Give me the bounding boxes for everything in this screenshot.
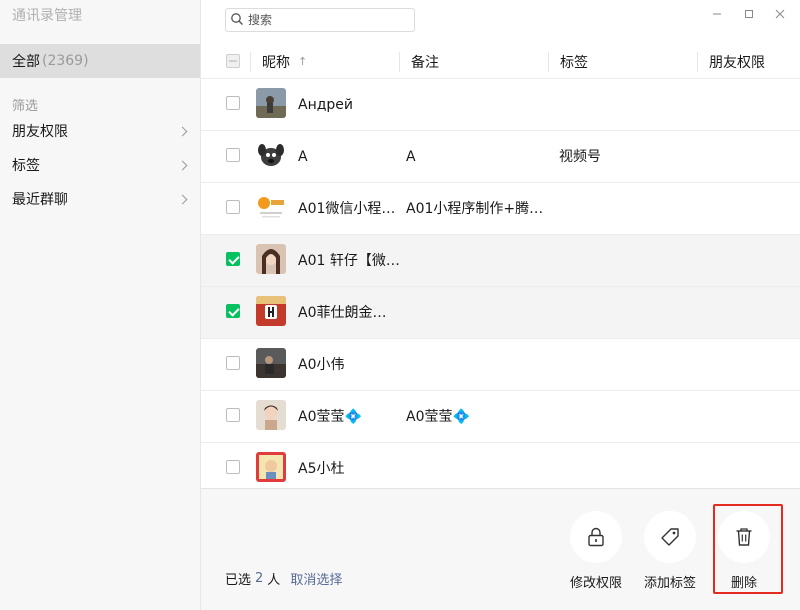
search-icon xyxy=(230,11,244,30)
selection-summary: 已选 2 人 取消选择 xyxy=(225,569,342,588)
action-bar: 已选 2 人 取消选择 修改权限 添加标签 删除 xyxy=(201,488,800,610)
row-checkbox[interactable] xyxy=(226,96,240,110)
row-nickname: A0小伟 xyxy=(298,357,345,373)
row-checkbox[interactable] xyxy=(226,200,240,214)
close-icon xyxy=(775,9,785,19)
avatar[interactable] xyxy=(256,296,286,326)
contact-count: (2369) xyxy=(42,53,89,69)
avatar[interactable] xyxy=(256,452,286,482)
sidebar-item-all[interactable]: 全部 (2369) xyxy=(0,44,200,78)
row-tag xyxy=(559,391,689,443)
table-row[interactable]: A0菲仕朗金… xyxy=(201,287,800,339)
sidebar-item-label: 标签 xyxy=(12,158,40,174)
chevron-right-icon xyxy=(177,194,188,204)
row-remark: A01小程序制作+腾… xyxy=(406,201,544,217)
sidebar-item-tags[interactable]: 标签 xyxy=(0,150,200,180)
row-tag xyxy=(559,183,689,235)
table-row[interactable]: A A 视频号 xyxy=(201,131,800,183)
sidebar-item-label: 朋友权限 xyxy=(12,124,68,140)
app-title: 通讯录管理 xyxy=(12,8,82,24)
avatar[interactable] xyxy=(256,88,286,118)
avatar[interactable] xyxy=(256,244,286,274)
minimize-button[interactable] xyxy=(705,4,729,24)
add-tag-button[interactable]: 添加标签 xyxy=(632,511,708,591)
sidebar-item-recent-groups[interactable]: 最近群聊 xyxy=(0,184,200,214)
delete-highlight-box xyxy=(713,504,783,594)
add-tag-label: 添加标签 xyxy=(643,576,696,591)
sidebar: 通讯录管理 全部 (2369) 筛选 朋友权限 标签 最近群聊 xyxy=(0,0,201,610)
row-tag xyxy=(559,339,689,391)
column-nickname-label: 昵称 xyxy=(262,54,290,71)
row-remark xyxy=(406,235,546,287)
row-checkbox[interactable] xyxy=(226,148,240,162)
maximize-button[interactable] xyxy=(737,4,761,24)
table-row[interactable]: Андрей xyxy=(201,79,800,131)
row-nickname: Андрей xyxy=(298,97,354,113)
table-row[interactable]: A5小杜 xyxy=(201,443,800,488)
sidebar-item-label: 最近群聊 xyxy=(12,192,68,208)
column-remark[interactable]: 备注 xyxy=(411,44,439,79)
contacts-manager-window: 通讯录管理 全部 (2369) 筛选 朋友权限 标签 最近群聊 搜索 昵称 ↑ … xyxy=(0,0,800,610)
avatar[interactable] xyxy=(256,400,286,430)
selected-count: 2 xyxy=(255,571,264,586)
minimize-icon xyxy=(713,13,721,15)
row-nickname: A01 轩仔【微… xyxy=(298,253,400,269)
cancel-selection-link[interactable]: 取消选择 xyxy=(290,569,342,588)
tag-icon xyxy=(661,528,679,546)
row-tag: 视频号 xyxy=(559,149,601,165)
table-row[interactable]: A01 轩仔【微… xyxy=(201,235,800,287)
avatar[interactable] xyxy=(256,348,286,378)
selected-prefix: 已选 xyxy=(225,573,252,588)
selected-unit: 人 xyxy=(267,573,281,588)
search-input[interactable] xyxy=(248,13,398,27)
row-checkbox[interactable] xyxy=(226,304,240,318)
table-row[interactable]: A0莹莹💠 A0莹莹💠 xyxy=(201,391,800,443)
table-row[interactable]: A0小伟 xyxy=(201,339,800,391)
row-remark xyxy=(406,287,546,339)
contacts-table: Андрей A A 视频号 A01微信小程… A01小程序制作+腾… A01 … xyxy=(201,79,800,488)
maximize-icon xyxy=(745,10,753,18)
row-checkbox[interactable] xyxy=(226,252,240,266)
row-nickname: A01微信小程… xyxy=(298,201,396,217)
table-row[interactable]: A01微信小程… A01小程序制作+腾… xyxy=(201,183,800,235)
row-remark xyxy=(406,443,546,488)
column-nickname[interactable]: 昵称 ↑ xyxy=(262,44,307,79)
row-tag xyxy=(559,443,689,488)
row-checkbox[interactable] xyxy=(226,460,240,474)
select-all-checkbox[interactable] xyxy=(226,54,240,68)
avatar[interactable] xyxy=(256,192,286,222)
chevron-right-icon xyxy=(177,160,188,170)
row-checkbox[interactable] xyxy=(226,408,240,422)
modify-permission-label: 修改权限 xyxy=(569,576,622,591)
row-nickname: A0莹莹💠 xyxy=(298,409,362,425)
table-header: 昵称 ↑ 备注 标签 朋友权限 xyxy=(201,44,800,79)
avatar[interactable] xyxy=(256,140,286,170)
row-remark: A xyxy=(406,149,416,165)
row-remark: A0莹莹💠 xyxy=(406,409,470,425)
column-tag[interactable]: 标签 xyxy=(560,44,588,79)
row-nickname: A xyxy=(298,149,308,165)
row-tag xyxy=(559,235,689,287)
row-remark xyxy=(406,339,546,391)
filter-heading: 筛选 xyxy=(12,99,39,114)
row-nickname: A5小杜 xyxy=(298,461,345,477)
close-button[interactable] xyxy=(768,4,792,24)
sidebar-item-friend-permission[interactable]: 朋友权限 xyxy=(0,116,200,146)
sidebar-item-all-label: 全部 xyxy=(12,54,40,70)
row-tag xyxy=(559,287,689,339)
lock-icon xyxy=(588,527,604,547)
row-tag xyxy=(559,79,689,131)
row-checkbox[interactable] xyxy=(226,356,240,370)
column-friend-permission[interactable]: 朋友权限 xyxy=(709,44,765,79)
chevron-right-icon xyxy=(177,126,188,136)
sort-ascending-icon: ↑ xyxy=(298,55,308,68)
modify-permission-button[interactable]: 修改权限 xyxy=(558,511,634,591)
row-nickname: A0菲仕朗金… xyxy=(298,305,387,321)
row-remark xyxy=(406,79,546,131)
search-box xyxy=(225,8,415,32)
